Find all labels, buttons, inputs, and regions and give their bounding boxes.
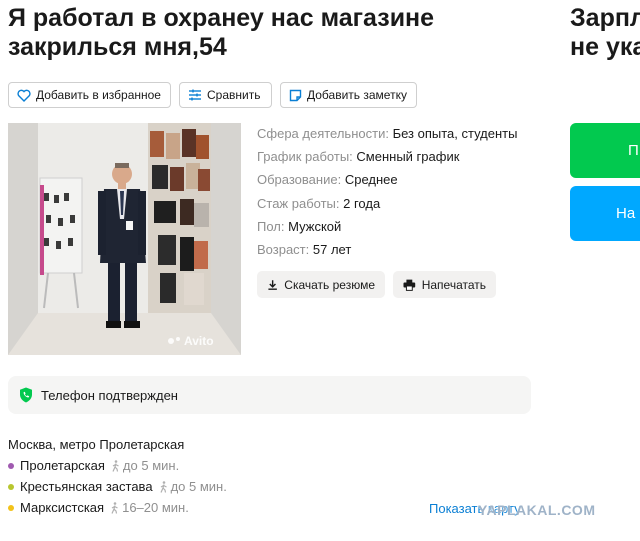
listing-photo[interactable]: Avito bbox=[8, 123, 241, 355]
download-resume-button[interactable]: Скачать резюме bbox=[257, 271, 385, 298]
side-heading: Зарпл не ука bbox=[570, 4, 640, 62]
metro-station-name: Крестьянская застава bbox=[20, 479, 153, 494]
metro-line-dot bbox=[8, 504, 14, 511]
param-row: Возраст: 57 лет bbox=[257, 238, 517, 261]
param-value: Сменный график bbox=[356, 149, 460, 165]
param-value: 2 года bbox=[343, 195, 381, 211]
print-label: Напечатать bbox=[421, 277, 486, 292]
walk-time: до 5 мин. bbox=[111, 458, 179, 473]
listing-title-line-1: Я работал в охранеу нас магазине bbox=[8, 4, 435, 32]
resume-params: Сфера деятельности: Без опыта, студенты … bbox=[257, 122, 517, 261]
param-row: Стаж работы: 2 года bbox=[257, 192, 517, 215]
contact-button[interactable]: П bbox=[570, 123, 640, 178]
address: Москва, метро Пролетарская bbox=[8, 437, 185, 452]
compare-button[interactable]: Сравнить bbox=[179, 82, 272, 108]
metro-station-name: Пролетарская bbox=[20, 458, 105, 473]
walking-person-icon bbox=[112, 459, 119, 472]
side-heading-line-1: Зарпл bbox=[570, 4, 640, 32]
contact-button-label: П bbox=[628, 142, 639, 159]
walk-time-text: до 5 мин. bbox=[170, 479, 227, 494]
param-row: Пол: Мужской bbox=[257, 215, 517, 238]
param-row: График работы: Сменный график bbox=[257, 145, 517, 168]
walk-time-text: 16–20 мин. bbox=[122, 500, 189, 515]
param-row: Сфера деятельности: Без опыта, студенты bbox=[257, 122, 517, 145]
phone-verified-text: Телефон подтвержден bbox=[41, 387, 178, 403]
metro-station-name: Марксистская bbox=[20, 500, 105, 515]
download-icon bbox=[268, 279, 277, 290]
heart-icon bbox=[17, 89, 31, 102]
photo-watermark: Avito bbox=[184, 334, 214, 348]
param-value: Среднее bbox=[344, 172, 398, 188]
metro-line-dot bbox=[8, 483, 14, 490]
metro-line-dot bbox=[8, 462, 14, 469]
add-note-button[interactable]: Добавить заметку bbox=[280, 82, 417, 108]
site-watermark: YAPLAKAL.COM bbox=[478, 502, 596, 518]
printer-icon bbox=[403, 279, 416, 291]
listing-title-line-2: закриль­ся мня,54 bbox=[8, 33, 227, 61]
walking-person-icon bbox=[111, 501, 118, 514]
side-heading-line-2: не ука bbox=[570, 33, 640, 61]
param-label: Пол: bbox=[257, 218, 285, 234]
note-icon bbox=[289, 89, 302, 101]
message-button[interactable]: На bbox=[570, 186, 640, 241]
walk-time: 16–20 мин. bbox=[110, 500, 189, 515]
param-label: График работы: bbox=[257, 149, 353, 165]
param-label: Сфера деятельности: bbox=[257, 126, 389, 141]
compare-icon bbox=[189, 89, 201, 101]
param-value: 57 лет bbox=[312, 242, 352, 258]
metro-station: Марксистская 16–20 мин. bbox=[8, 500, 189, 515]
compare-label: Сравнить bbox=[207, 88, 261, 102]
add-to-favorites-label: Добавить в избранное bbox=[36, 88, 161, 102]
phone-shield-icon bbox=[20, 387, 32, 403]
photo-image: Avito bbox=[8, 123, 241, 355]
param-label: Образование: bbox=[257, 172, 342, 188]
walking-person-icon bbox=[160, 480, 167, 493]
metro-station: Пролетарская до 5 мин. bbox=[8, 458, 179, 473]
param-value: Мужской bbox=[288, 218, 342, 234]
listing-title: Я работал в охранеу нас магазине закриль… bbox=[8, 4, 548, 62]
walk-time: до 5 мин. bbox=[159, 479, 227, 494]
add-to-favorites-button[interactable]: Добавить в избранное bbox=[8, 82, 171, 108]
metro-station: Крестьянская застава до 5 мин. bbox=[8, 479, 227, 494]
download-resume-label: Скачать резюме bbox=[284, 277, 375, 292]
param-label: Возраст: bbox=[257, 242, 310, 258]
message-button-label: На bbox=[616, 205, 636, 222]
param-value: Без опыта, студенты bbox=[392, 126, 518, 141]
phone-verified-box: Телефон подтвержден bbox=[8, 376, 531, 414]
add-note-label: Добавить заметку bbox=[307, 88, 407, 102]
print-button[interactable]: Напечатать bbox=[393, 271, 496, 298]
walk-time-text: до 5 мин. bbox=[122, 458, 180, 473]
param-label: Стаж работы: bbox=[257, 195, 340, 211]
param-row: Образование: Среднее bbox=[257, 168, 517, 191]
